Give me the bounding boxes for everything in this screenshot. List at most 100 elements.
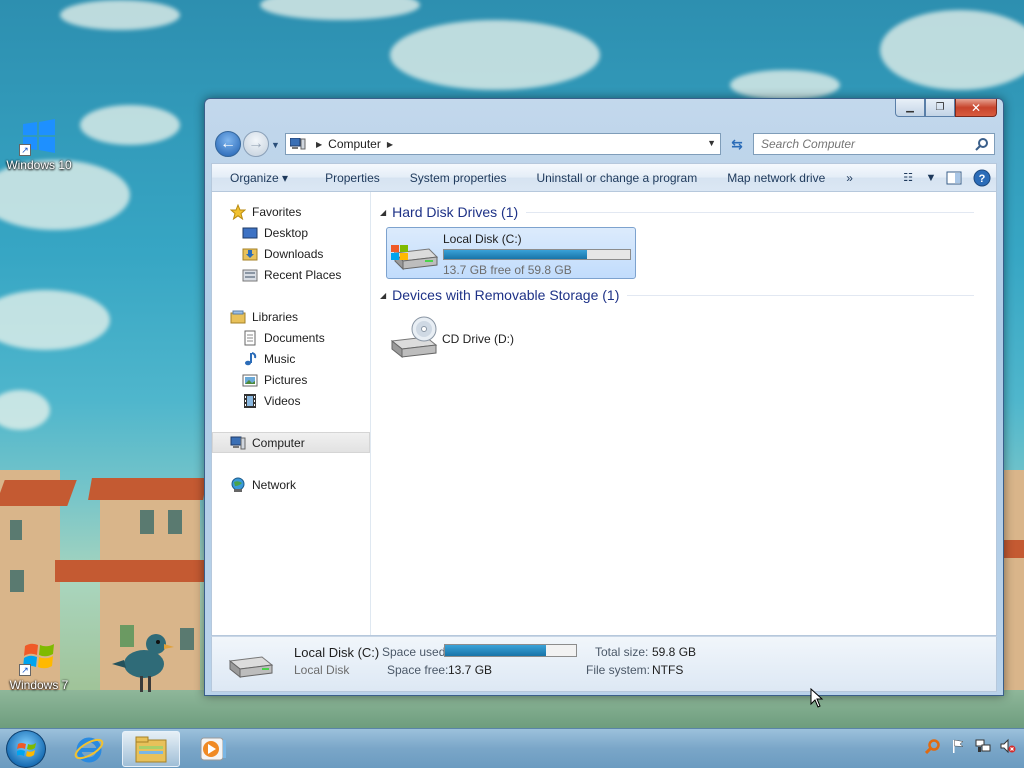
desktop-icon-windows7[interactable]: ↗ Windows 7	[4, 636, 74, 692]
address-bar[interactable]: ▶ Computer ▶ ▼	[285, 133, 721, 155]
map-network-drive-button[interactable]: Map network drive	[712, 171, 840, 185]
close-icon: ✕	[970, 100, 982, 115]
back-button[interactable]: ←	[215, 131, 241, 157]
breadcrumb-arrow-icon[interactable]: ▶	[316, 140, 322, 149]
nav-label: Videos	[264, 393, 301, 408]
windows10-logo-icon: ↗	[19, 116, 59, 156]
help-button[interactable]: ?	[968, 164, 996, 191]
details-space-used-label: Space used:	[382, 645, 449, 659]
uninstall-program-button[interactable]: Uninstall or change a program	[521, 171, 712, 185]
desktop-icon-label: Windows 10	[6, 158, 72, 172]
nav-libraries[interactable]: Libraries	[212, 306, 370, 327]
details-total-size-label: Total size:	[595, 645, 649, 659]
breadcrumb-computer[interactable]: Computer	[328, 137, 381, 151]
organize-button[interactable]: Organize ▾	[212, 171, 310, 185]
drive-tile-d[interactable]: CD Drive (D:)	[386, 312, 566, 364]
explorer-content: Favorites Desktop Downloads Recent Place…	[211, 192, 997, 636]
nav-label: Music	[264, 351, 296, 366]
documents-icon	[242, 330, 258, 346]
vertical-scrollbar[interactable]	[974, 192, 986, 635]
pictures-icon	[242, 372, 258, 388]
taskbar-internet-explorer[interactable]	[60, 731, 118, 767]
taskbar-windows-explorer[interactable]	[122, 731, 180, 767]
taskbar-media-player[interactable]	[184, 731, 242, 767]
details-file-system-value: NTFS	[652, 663, 684, 677]
file-list: ◢ Hard Disk Drives (1) Local Disk (C:) 1…	[372, 192, 986, 635]
network-icon	[230, 477, 246, 493]
forward-button[interactable]: →	[243, 131, 269, 157]
navigation-bar: ← → ▼ ▶ Computer ▶ ▼ ⇆	[213, 131, 997, 157]
computer-small-icon	[289, 137, 306, 150]
refresh-button[interactable]: ⇆	[725, 133, 749, 155]
start-button[interactable]	[6, 730, 46, 768]
system-tray	[925, 737, 1016, 755]
restore-button[interactable]: ❐	[925, 99, 955, 117]
address-dropdown-icon[interactable]: ▼	[707, 138, 716, 148]
nav-label: Libraries	[252, 309, 299, 324]
nav-recent-places[interactable]: Recent Places	[212, 264, 370, 285]
group-header-hard-disk-drives[interactable]: ◢ Hard Disk Drives (1)	[380, 202, 986, 222]
help-icon: ?	[973, 169, 991, 186]
nav-videos[interactable]: Videos	[212, 390, 370, 411]
bird-illustration	[112, 634, 174, 692]
hard-drive-windows-icon	[389, 231, 439, 275]
drive-free-space: 13.7 GB free of 59.8 GB	[443, 263, 572, 277]
caption-buttons: ▁ ❐ ✕	[895, 99, 997, 117]
nav-desktop[interactable]: Desktop	[212, 222, 370, 243]
nav-documents[interactable]: Documents	[212, 327, 370, 348]
star-icon	[229, 203, 247, 220]
group-header-removable-storage[interactable]: ◢ Devices with Removable Storage (1)	[380, 285, 986, 305]
details-drive-name: Local Disk (C:)	[294, 645, 380, 660]
network-tray-icon[interactable]	[975, 737, 991, 755]
change-view-button[interactable]: ☷	[894, 164, 922, 191]
shortcut-arrow-icon: ↗	[19, 664, 31, 676]
system-properties-button[interactable]: System properties	[395, 171, 522, 185]
details-space-free-value: 13.7 GB	[448, 663, 493, 677]
nav-pictures[interactable]: Pictures	[212, 369, 370, 390]
media-player-icon	[200, 737, 226, 761]
recent-pages-dropdown[interactable]: ▼	[271, 140, 280, 150]
desktop-icon-label: Windows 7	[9, 678, 69, 692]
search-input[interactable]	[761, 137, 971, 151]
breadcrumb-arrow-icon[interactable]: ▶	[387, 140, 393, 149]
volume-muted-icon[interactable]	[1000, 737, 1016, 755]
back-arrow-icon: ←	[220, 135, 236, 152]
refresh-icon: ⇆	[731, 135, 743, 152]
nav-label: Recent Places	[264, 267, 342, 282]
search-icon[interactable]	[975, 137, 989, 151]
mouse-pointer-icon	[810, 688, 824, 708]
nav-label: Downloads	[264, 246, 324, 261]
search-magnifier-tray-icon[interactable]	[925, 737, 941, 755]
nav-downloads[interactable]: Downloads	[212, 243, 370, 264]
close-button[interactable]: ✕	[955, 99, 997, 117]
view-dropdown-button[interactable]: ▼	[922, 164, 940, 191]
preview-pane-button[interactable]	[940, 164, 968, 191]
more-commands-button[interactable]: »	[840, 171, 859, 185]
chevron-down-icon: ▼	[925, 171, 937, 184]
nav-label: Desktop	[264, 225, 309, 240]
action-center-flag-icon[interactable]	[950, 737, 966, 755]
group-title: Devices with Removable Storage (1)	[392, 287, 620, 303]
drive-tile-c[interactable]: Local Disk (C:) 13.7 GB free of 59.8 GB	[386, 227, 636, 279]
collapse-triangle-icon[interactable]: ◢	[380, 208, 386, 217]
nav-music[interactable]: Music	[212, 348, 370, 369]
search-box[interactable]	[753, 133, 995, 155]
internet-explorer-icon	[74, 737, 104, 763]
recent-places-icon	[242, 267, 258, 283]
desktop-icon-windows10[interactable]: ↗ Windows 10	[4, 116, 74, 172]
folder-icon	[135, 736, 167, 763]
nav-favorites[interactable]: Favorites	[212, 201, 370, 222]
nav-computer[interactable]: Computer	[212, 432, 370, 453]
minimize-button[interactable]: ▁	[895, 99, 925, 117]
windows-flag-icon	[17, 743, 36, 757]
nav-label: Documents	[264, 330, 325, 345]
desktop-folder-icon	[242, 225, 258, 241]
collapse-triangle-icon[interactable]: ◢	[380, 291, 386, 300]
nav-label: Network	[252, 477, 297, 492]
properties-button[interactable]: Properties	[310, 171, 395, 185]
details-pane: Local Disk (C:) Local Disk Space used: S…	[211, 636, 997, 692]
nav-network[interactable]: Network	[212, 474, 370, 495]
drive-name: Local Disk (C:)	[443, 232, 522, 246]
computer-icon	[230, 435, 246, 451]
hard-drive-icon	[228, 651, 276, 681]
